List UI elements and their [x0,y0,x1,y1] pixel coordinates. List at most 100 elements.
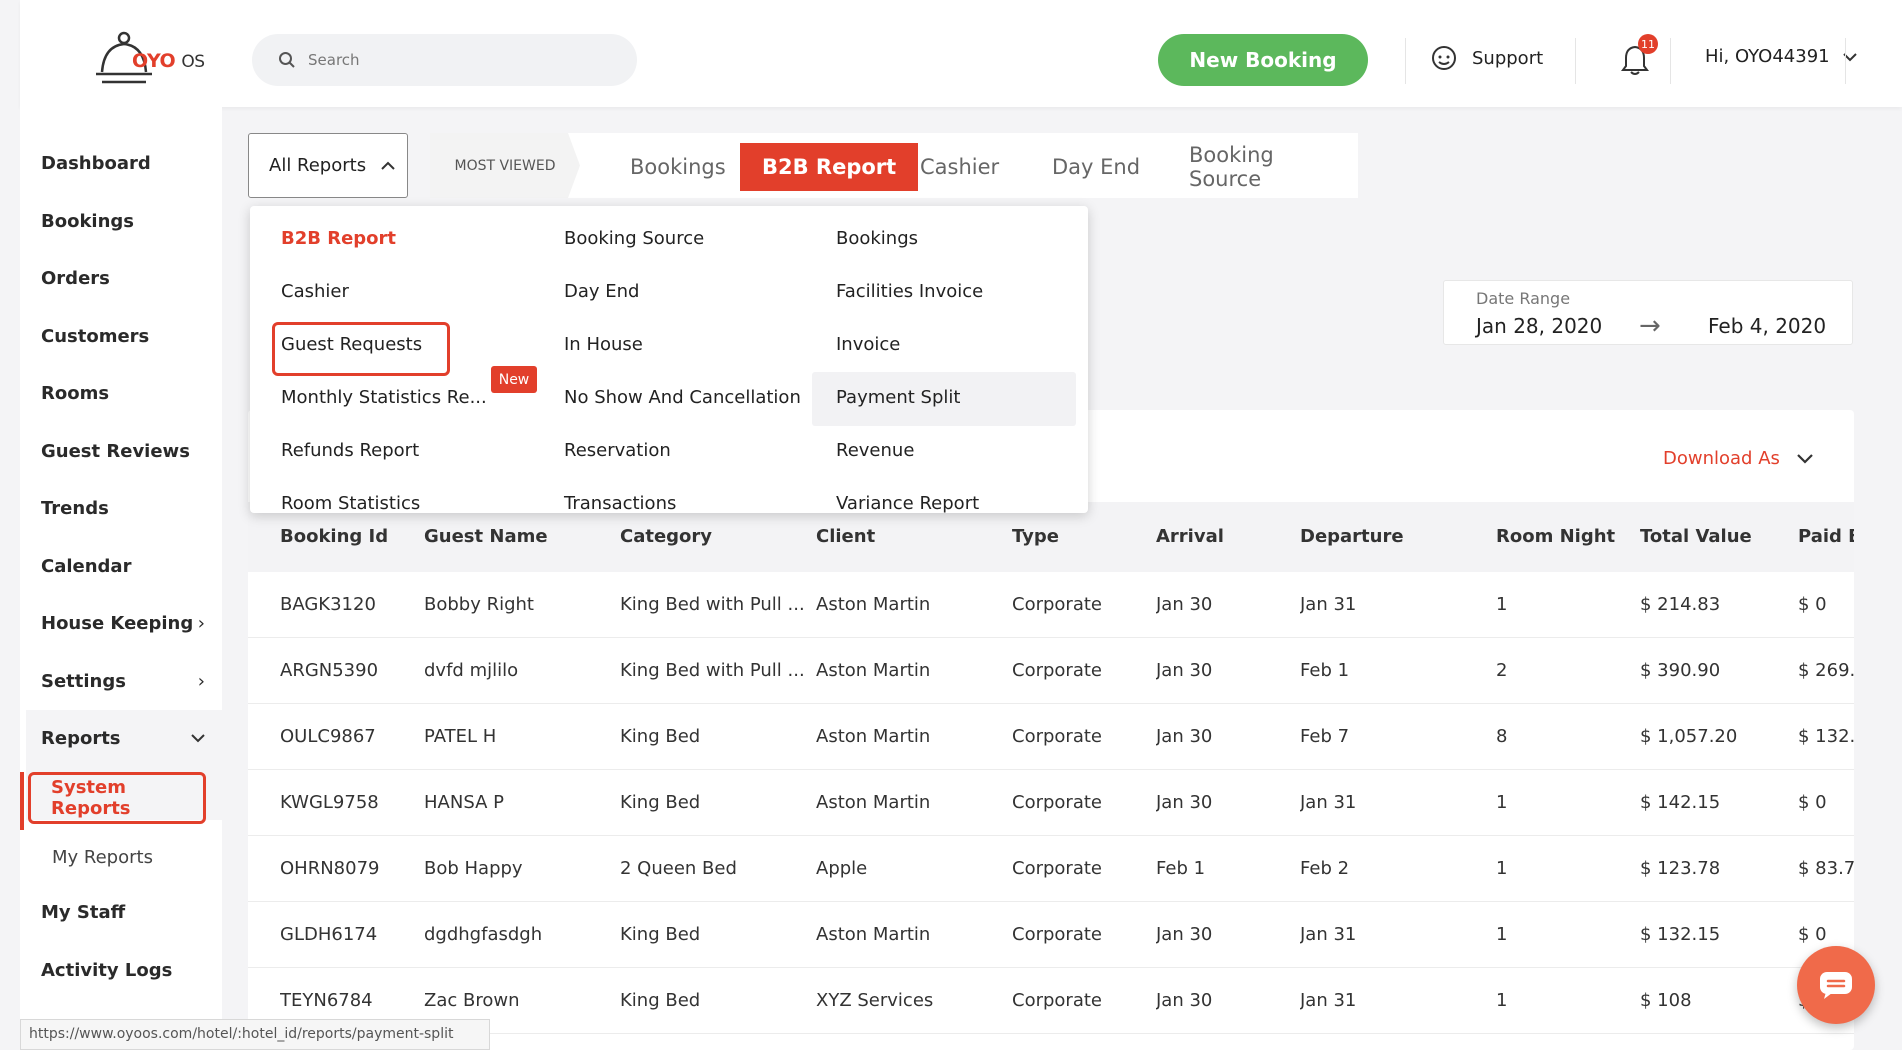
sidebar-item-orders[interactable]: Orders [41,268,205,289]
user-menu[interactable]: Hi, OYO44391 [1705,46,1858,67]
dropdown-item-facilities-invoice[interactable]: Facilities Invoice [836,281,983,302]
arrival-cell: Feb 1 [1156,858,1206,879]
chevron-right-icon: › [197,613,205,634]
table-row[interactable]: OULC9867 PATEL H King Bed Aston Martin Corpo… [248,704,1854,770]
booking-id-cell[interactable]: ARGN5390 [280,638,420,704]
departure-cell: Feb 1 [1300,660,1350,681]
sidebar-item-guest-reviews[interactable]: Guest Reviews [41,441,205,462]
sidebar-item-reports[interactable]: Reports [41,728,205,749]
tab-day-end[interactable]: Day End [1030,143,1162,191]
client-cell: Aston Martin [816,792,931,813]
client-cell: Aston Martin [816,726,931,747]
dropdown-item-guest-requests[interactable]: Guest Requests [281,334,422,355]
sidebar-item-calendar[interactable]: Calendar [41,556,205,577]
chevron-down-icon [1797,454,1813,464]
sidebar-item-my-staff[interactable]: My Staff [41,902,205,923]
category-cell: King Bed [620,726,701,747]
chat-button[interactable] [1797,946,1875,1024]
sidebar-item-activity-logs[interactable]: Activity Logs [41,960,205,981]
dropdown-item-transactions[interactable]: Transactions [564,493,676,513]
chevron-up-icon [381,161,395,170]
chevron-down-icon [191,734,205,743]
sidebar-item-rooms[interactable]: Rooms [41,383,205,404]
arrival-cell: Jan 30 [1156,924,1213,945]
oyo-os-logo[interactable]: OYO OS [92,30,222,90]
new-booking-button[interactable]: New Booking [1158,34,1368,86]
sidebar: Dashboard Bookings Orders Customers Room… [20,107,222,1050]
table-row[interactable]: GLDH6174 dgdhgfasdgh King Bed Aston Martin C… [248,902,1854,968]
dropdown-item-invoice[interactable]: Invoice [836,334,900,355]
table-row[interactable]: OHRN8079 Bob Happy 2 Queen Bed Apple Corpora… [248,836,1854,902]
dropdown-item-refunds-report[interactable]: Refunds Report [281,440,419,461]
sidebar-item-customers[interactable]: Customers [41,326,205,347]
header-divider [1575,38,1576,84]
total-value-cell: $ 1,057.20 [1640,726,1738,747]
category-cell: King Bed with Pull ... [620,660,805,681]
arrival-cell: Jan 30 [1156,594,1213,615]
dropdown-item-payment-split[interactable]: Payment Split [836,387,960,408]
booking-id-cell[interactable]: GLDH6174 [280,902,420,968]
all-reports-toggle[interactable]: All Reports [248,133,408,198]
total-value-cell: $ 132.15 [1640,924,1721,945]
dropdown-item-bookings[interactable]: Bookings [836,228,918,249]
table-row[interactable]: BAGK3120 Bobby Right King Bed with Pull ..… [248,572,1854,638]
date-range-to[interactable]: Feb 4, 2020 [1708,314,1826,338]
dropdown-item-cashier[interactable]: Cashier [281,281,349,302]
dropdown-item-b2b-report[interactable]: B2B Report [281,228,396,249]
download-as-dropdown[interactable]: Download As [1663,448,1814,469]
client-cell: Apple [816,858,868,879]
column-header[interactable]: Departure [1300,502,1404,572]
category-cell: 2 Queen Bed [620,858,737,879]
sidebar-item-house-keeping[interactable]: House Keeping › [41,613,205,634]
dropdown-item-no-show-and-cancellation[interactable]: No Show And Cancellation [564,387,801,408]
dropdown-item-in-house[interactable]: In House [564,334,643,355]
client-cell: Aston Martin [816,594,931,615]
paid-balance-cell: $ 269.4 [1798,660,1854,681]
sidebar-item-settings[interactable]: Settings › [41,671,205,692]
sidebar-item-system-reports[interactable]: System Reports [28,772,206,824]
dropdown-item-monthly-statistics-re[interactable]: Monthly Statistics Re... [281,387,487,408]
dropdown-item-reservation[interactable]: Reservation [564,440,671,461]
booking-id-cell[interactable]: OULC9867 [280,704,420,770]
column-header[interactable]: Arrival [1156,502,1224,572]
departure-cell: Jan 31 [1300,990,1357,1011]
dropdown-item-booking-source[interactable]: Booking Source [564,228,704,249]
date-range-from[interactable]: Jan 28, 2020 [1476,314,1602,338]
sidebar-item-dashboard[interactable]: Dashboard [41,153,205,174]
sidebar-item-my-reports[interactable]: My Reports [52,847,153,868]
column-header[interactable]: Room Night [1496,502,1615,572]
dropdown-item-revenue[interactable]: Revenue [836,440,914,461]
active-indicator [20,772,24,830]
all-reports-dropdown: New B2B Report Cashier Guest Requests Month… [250,206,1088,513]
booking-id-cell[interactable]: KWGL9758 [280,770,420,836]
header-divider [1405,38,1406,84]
tab-b2b-report[interactable]: B2B Report [740,143,919,191]
table-row[interactable]: ARGN5390 dvfd mjlilo King Bed with Pull ..… [248,638,1854,704]
table-row[interactable]: KWGL9758 HANSA P King Bed Aston Martin Corpo… [248,770,1854,836]
total-value-cell: $ 390.90 [1640,660,1721,681]
chat-bubble-icon [1820,972,1852,999]
dropdown-item-room-statistics[interactable]: Room Statistics [281,493,420,513]
date-range-label: Date Range [1476,289,1571,308]
dropdown-item-day-end[interactable]: Day End [564,281,639,302]
sidebar-item-bookings[interactable]: Bookings [41,211,205,232]
booking-id-cell[interactable]: BAGK3120 [280,572,420,638]
booking-id-cell[interactable]: OHRN8079 [280,836,420,902]
search-input[interactable] [308,51,608,69]
column-header[interactable]: Total Value [1640,502,1752,572]
total-value-cell: $ 123.78 [1640,858,1721,879]
tab-booking-source[interactable]: Booking Source [1167,143,1358,191]
support-link[interactable]: Support [1430,44,1543,72]
search-bar[interactable] [252,34,637,86]
support-headset-icon [1432,46,1456,70]
room-night-cell: 1 [1496,594,1508,615]
sidebar-item-trends[interactable]: Trends [41,498,205,519]
paid-balance-cell: $ 132.1 [1798,726,1854,747]
date-range-picker[interactable]: Date Range Jan 28, 2020 → Feb 4, 2020 [1443,280,1853,345]
total-value-cell: $ 214.83 [1640,594,1721,615]
column-header[interactable]: Paid B [1798,502,1854,572]
tab-cashier[interactable]: Cashier [898,143,1021,191]
dropdown-item-variance-report[interactable]: Variance Report [836,493,979,513]
tab-bookings[interactable]: Bookings [608,143,748,191]
type-cell: Corporate [1012,594,1102,615]
